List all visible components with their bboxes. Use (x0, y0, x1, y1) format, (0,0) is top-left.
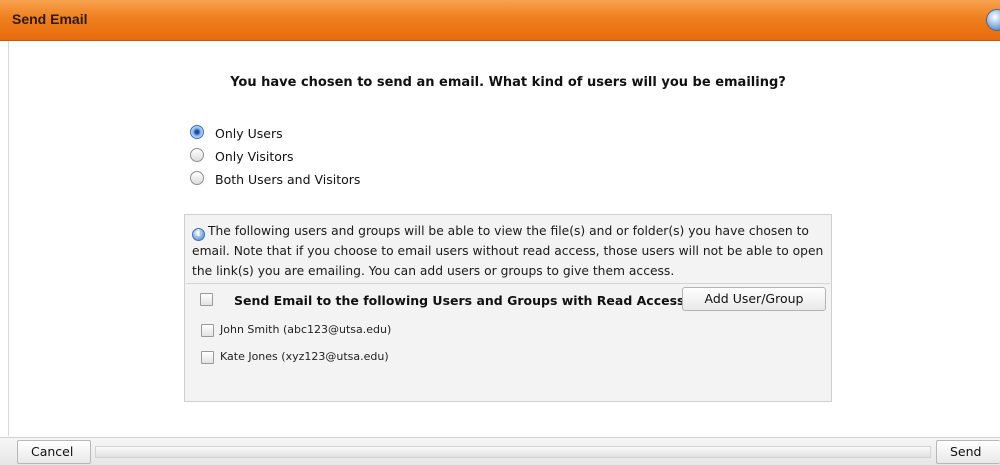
both-users-and-visitors-label[interactable]: Both Users and Visitors (215, 172, 360, 187)
read-access-info: i The following users and groups will be … (192, 221, 830, 281)
kate-jones-checkbox[interactable] (201, 351, 214, 364)
cancel-button[interactable]: Cancel (17, 440, 91, 464)
info-icon: i (192, 228, 205, 241)
read-access-header-label: Send Email to the following Users and Gr… (234, 293, 685, 308)
read-access-info-text: The following users and groups will be a… (192, 224, 824, 278)
help-icon[interactable] (986, 9, 1000, 31)
recipient-type-group: Only Users Only Visitors Both Users and … (190, 122, 360, 191)
add-user-group-button[interactable]: Add User/Group (682, 287, 826, 311)
dialog-titlebar: Send Email (0, 0, 1000, 41)
john-smith-label[interactable]: John Smith (abc123@utsa.edu) (220, 323, 391, 336)
dialog-footer: Cancel Send (0, 437, 1000, 465)
both-users-and-visitors-radio[interactable] (190, 170, 204, 185)
send-button[interactable]: Send (936, 440, 1000, 464)
member-row-john-smith[interactable]: John Smith (abc123@utsa.edu) (186, 317, 830, 345)
dialog-question: You have chosen to send an email. What k… (230, 75, 786, 90)
recipient-type-option-only-users[interactable]: Only Users (190, 122, 360, 145)
only-visitors-radio[interactable] (190, 147, 204, 162)
read-access-panel: i The following users and groups will be … (184, 214, 832, 402)
footer-bar (95, 446, 931, 458)
read-access-header: Send Email to the following Users and Gr… (186, 283, 830, 315)
member-row-kate-jones[interactable]: Kate Jones (xyz123@utsa.edu) (186, 344, 830, 372)
only-users-label[interactable]: Only Users (215, 126, 283, 141)
recipient-type-option-only-visitors[interactable]: Only Visitors (190, 145, 360, 168)
left-border (8, 41, 9, 436)
dialog-title: Send Email (12, 11, 88, 27)
only-visitors-label[interactable]: Only Visitors (215, 149, 294, 164)
only-users-radio[interactable] (190, 124, 204, 139)
john-smith-checkbox[interactable] (201, 324, 214, 337)
recipient-type-option-both[interactable]: Both Users and Visitors (190, 168, 360, 191)
select-all-checkbox[interactable] (200, 293, 213, 306)
send-email-dialog: Send Email You have chosen to send an em… (0, 0, 1000, 465)
kate-jones-label[interactable]: Kate Jones (xyz123@utsa.edu) (220, 350, 389, 363)
